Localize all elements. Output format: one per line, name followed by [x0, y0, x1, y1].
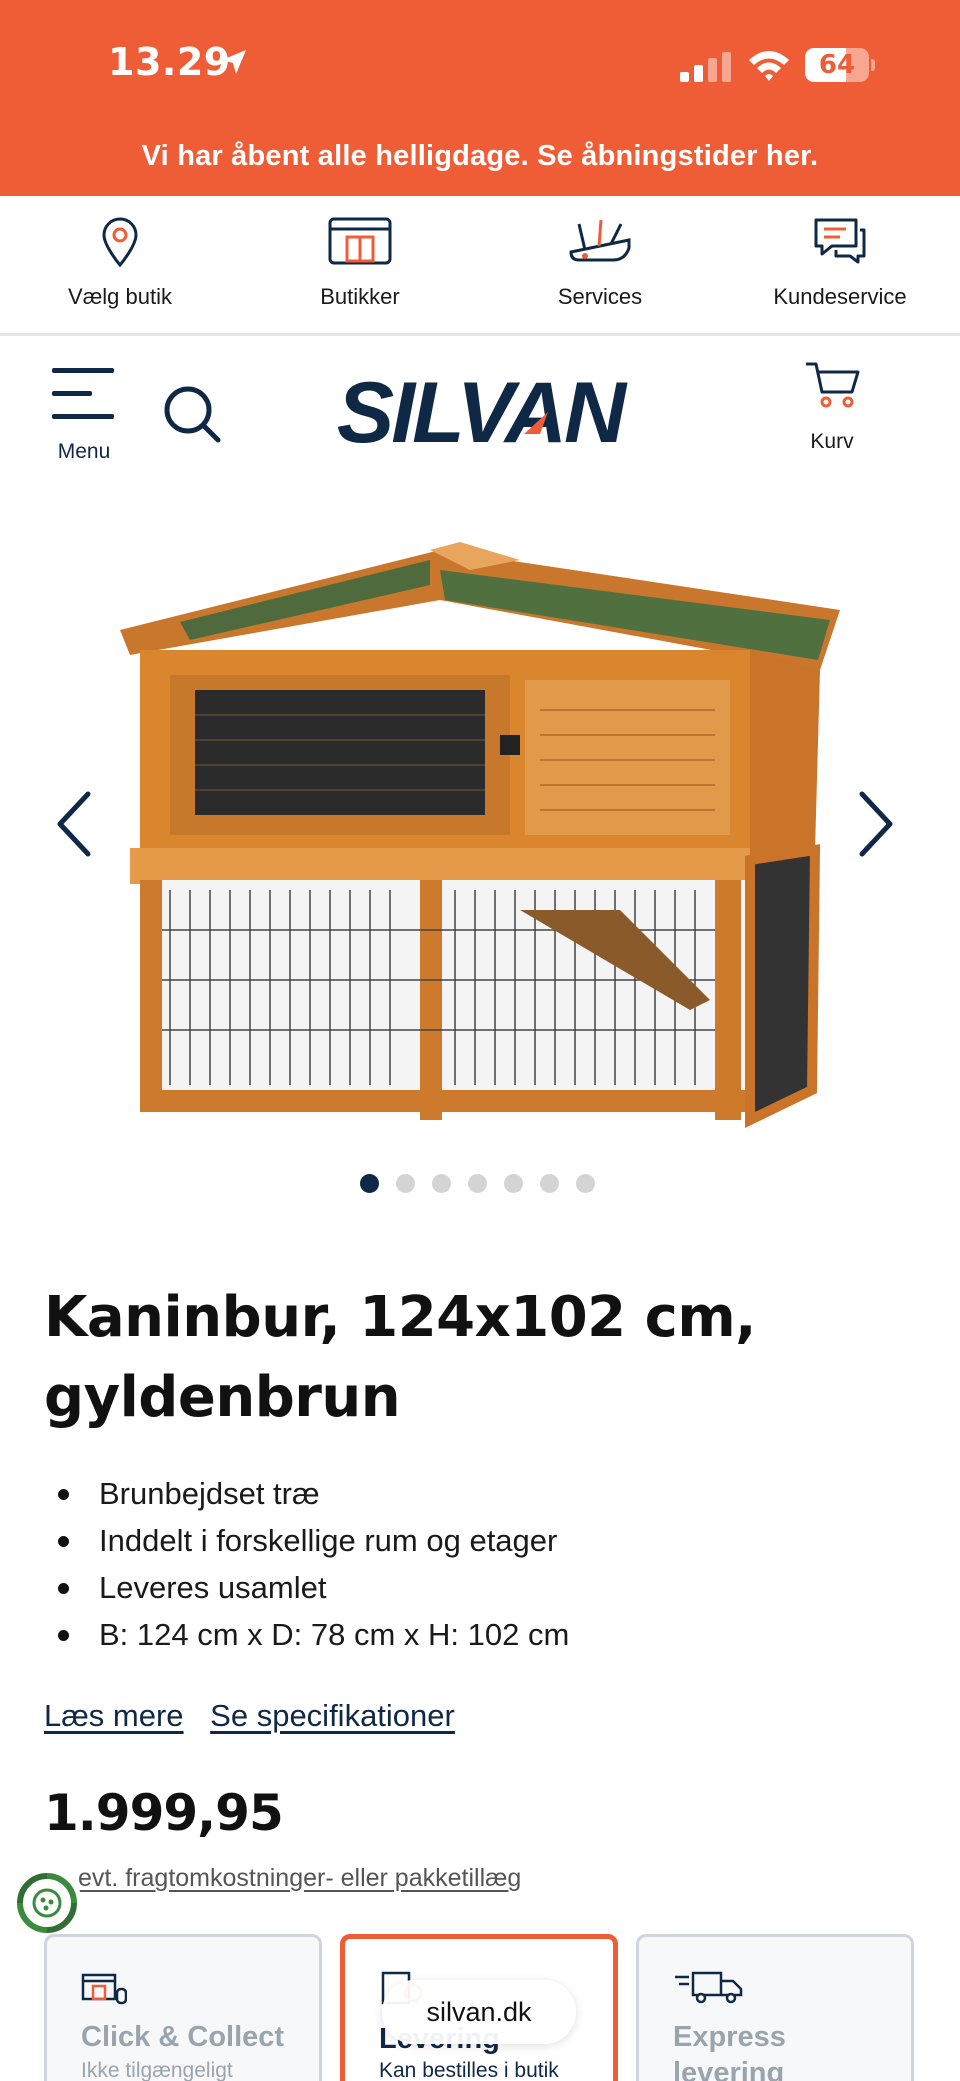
- freight-note-link[interactable]: evt. fragtomkostninger- eller pakketillæ…: [78, 1864, 521, 1893]
- util-label: Vælg butik: [68, 284, 172, 309]
- rabbit-hutch-image: [120, 542, 840, 1128]
- location-pin-icon: [102, 217, 138, 268]
- chat-bubbles-icon: [814, 218, 866, 264]
- hamburger-icon: [52, 368, 114, 419]
- util-services[interactable]: Services: [480, 196, 720, 333]
- location-arrow-icon: [222, 50, 246, 74]
- delivery-option-title: Express levering: [673, 2021, 786, 2081]
- highlight-item: Inddelt i forskellige rum og etager: [44, 1517, 904, 1564]
- battery-indicator: 64: [805, 48, 875, 82]
- next-image-arrow-icon[interactable]: [856, 790, 896, 858]
- status-time: 13.29: [108, 40, 231, 84]
- highlight-item: Leveres usamlet: [44, 1564, 904, 1611]
- delivery-option-express[interactable]: Express levering: [636, 1934, 914, 2081]
- silvan-logo[interactable]: SILVAN: [316, 370, 644, 454]
- util-label: Kundeservice: [773, 284, 907, 309]
- gallery-pagination: [360, 1174, 595, 1194]
- tools-icon: [569, 219, 631, 262]
- product-title: Kaninbur, 124x102 cm, gyldenbrun: [44, 1278, 904, 1438]
- browser-url-pill[interactable]: silvan.dk: [382, 1980, 576, 2044]
- gallery-dot[interactable]: [576, 1174, 595, 1193]
- cart-label: Kurv: [810, 430, 854, 453]
- highlight-item: Brunbejdset træ: [44, 1470, 904, 1517]
- shopping-cart-icon: [806, 362, 860, 408]
- delivery-option-click-collect[interactable]: Click & Collect Ikke tilgængeligt: [44, 1934, 322, 2081]
- cellular-signal-icon: [680, 52, 731, 82]
- gallery-dot[interactable]: [432, 1174, 451, 1193]
- express-truck-icon: [675, 1971, 743, 2004]
- utility-nav: Vælg butik Butikker Services Kundeservic…: [0, 196, 960, 336]
- search-icon[interactable]: [162, 384, 222, 444]
- logo-text: SILVAN: [337, 370, 628, 454]
- delivery-option-title: Click & Collect: [81, 2021, 285, 2053]
- gallery-dot[interactable]: [468, 1174, 487, 1193]
- cart-button[interactable]: Kurv: [792, 360, 872, 460]
- gallery-dot[interactable]: [504, 1174, 523, 1193]
- wifi-icon: [749, 51, 789, 81]
- product-highlights: Brunbejdset træ Inddelt i forskellige ru…: [44, 1470, 904, 1658]
- opening-hours-banner[interactable]: Vi har åbent alle helligdage. Se åbnings…: [0, 140, 960, 173]
- specifications-link[interactable]: Se specifikationer: [210, 1698, 455, 1733]
- util-customer-service[interactable]: Kundeservice: [720, 196, 960, 333]
- previous-image-arrow-icon[interactable]: [54, 790, 94, 858]
- gallery-dot[interactable]: [360, 1174, 379, 1193]
- product-gallery[interactable]: [0, 510, 960, 1190]
- util-label: Services: [557, 284, 643, 309]
- gallery-dot[interactable]: [540, 1174, 559, 1193]
- menu-button[interactable]: Menu: [52, 366, 116, 466]
- util-stores[interactable]: Butikker: [240, 196, 480, 333]
- util-label: Butikker: [320, 284, 400, 309]
- eco-badge-icon[interactable]: [12, 1868, 82, 1938]
- delivery-option-subtitle: Ikke tilgængeligt: [81, 2059, 233, 2081]
- util-choose-store[interactable]: Vælg butik: [0, 196, 240, 333]
- read-more-link[interactable]: Læs mere: [44, 1698, 184, 1733]
- product-price: 1.999,95: [44, 1784, 284, 1842]
- battery-percent: 64: [818, 50, 856, 80]
- storefront-icon: [328, 217, 392, 265]
- product-title-line: Kaninbur, 124x102 cm,: [44, 1285, 756, 1350]
- highlight-item: B: 124 cm x D: 78 cm x H: 102 cm: [44, 1611, 904, 1658]
- product-links: Læs mere Se specifikationer: [44, 1698, 473, 1734]
- click-collect-icon: [81, 1973, 127, 2005]
- product-title-line: gyldenbrun: [44, 1365, 401, 1430]
- delivery-option-subtitle: Kan bestilles i butik: [379, 2059, 559, 2081]
- menu-label: Menu: [57, 440, 111, 463]
- gallery-dot[interactable]: [396, 1174, 415, 1193]
